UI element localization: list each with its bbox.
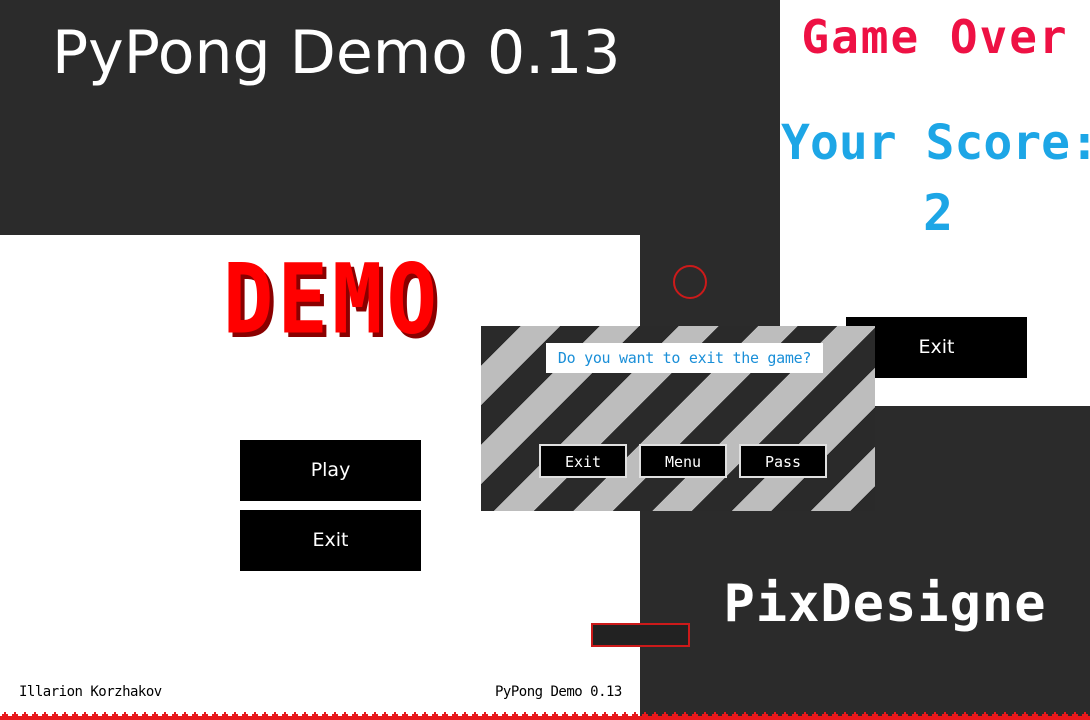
author-credit: Illarion Korzhakov <box>19 684 162 700</box>
paddle <box>591 623 690 647</box>
play-button[interactable]: Play <box>240 440 421 501</box>
exit-dialog-question: Do you want to exit the game? <box>546 343 823 373</box>
zigzag-border <box>0 708 1090 720</box>
window-title: PyPong Demo 0.13 <box>52 18 621 88</box>
score-value: 2 <box>922 184 954 242</box>
dialog-menu-button[interactable]: Menu <box>639 444 727 478</box>
game-over-title: Game Over <box>801 10 1069 64</box>
dialog-pass-button[interactable]: Pass <box>739 444 827 478</box>
demo-logo: DEMO <box>222 242 442 356</box>
menu-exit-button[interactable]: Exit <box>240 510 421 571</box>
score-label: Your Score: <box>781 115 1090 171</box>
dialog-exit-button[interactable]: Exit <box>539 444 627 478</box>
version-label: PyPong Demo 0.13 <box>495 684 622 700</box>
studio-logo: PixDesigne <box>723 574 1047 634</box>
ball <box>673 265 707 299</box>
